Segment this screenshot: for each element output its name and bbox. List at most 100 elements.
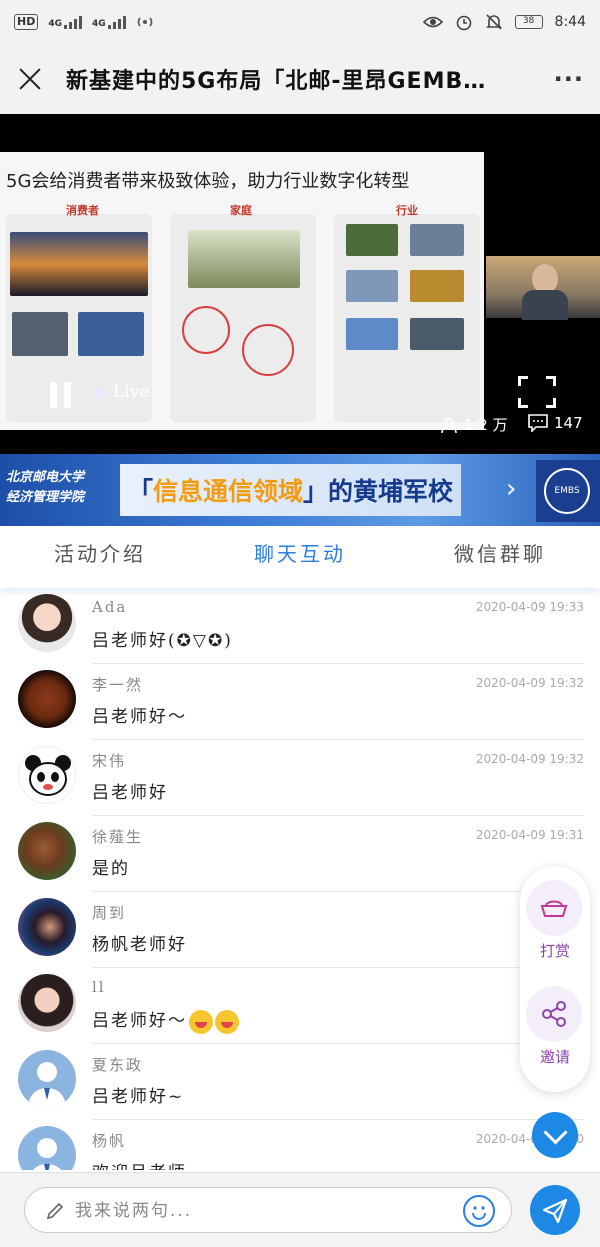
- slide-photo: [346, 224, 398, 256]
- signal-icon: 4G: [92, 15, 126, 29]
- avatar[interactable]: [18, 670, 76, 728]
- list-item: 宋伟 吕老师好 2020-04-09 19:32: [0, 740, 600, 816]
- promo-banner[interactable]: 北京邮电大学 经济管理学院 「信息通信领域 」的黄埔军校 › EMBS: [0, 454, 600, 526]
- page-title: 新基建中的5G布局「北邮-里昂GEMB…: [66, 69, 487, 94]
- chat-list[interactable]: Ada 吕老师好(✪▽✪) 2020-04-09 19:33 李一然 吕老师好～…: [0, 588, 600, 1170]
- clock: 8:44: [554, 14, 586, 30]
- message-text: 是的: [92, 859, 130, 879]
- battery-icon: 38: [514, 15, 543, 29]
- user-name: 夏东政: [92, 1056, 144, 1074]
- close-icon[interactable]: [16, 65, 44, 93]
- stat-circle: [242, 324, 294, 376]
- message-text: 吕老师好～: [92, 1006, 239, 1034]
- tab-bar: 活动介绍 聊天互动 微信群聊: [0, 526, 600, 588]
- slide-photo: [188, 230, 300, 288]
- hotspot-icon: [137, 17, 152, 27]
- user-name: 宋伟: [92, 752, 127, 770]
- live-label: Live: [113, 382, 150, 402]
- slide-photo: [410, 270, 464, 302]
- composer-bar: [0, 1172, 600, 1247]
- signal-icon: 4G: [48, 15, 82, 29]
- slide-panel: 行业: [334, 204, 480, 422]
- live-indicator-icon: [95, 388, 105, 398]
- person-icon: [441, 417, 457, 433]
- message-text: 欢迎吕老师: [92, 1158, 187, 1170]
- presentation-slide: 5G会给消费者带来极致体验，助力行业数字化转型 消费者 家庭 行业: [0, 152, 484, 430]
- chevron-right-icon: ›: [506, 474, 517, 504]
- ingot-icon: [540, 900, 568, 917]
- message-text: 吕老师好(✪▽✪): [92, 631, 233, 651]
- user-name: 李一然: [92, 676, 144, 694]
- invite-button[interactable]: [526, 986, 582, 1042]
- banner-slogan: 「信息通信领域 」的黄埔军校: [120, 464, 462, 516]
- share-icon: [542, 1001, 566, 1027]
- message-time: 2020-04-09 19:33: [475, 600, 584, 614]
- message-time: 2020-04-09 19:32: [475, 752, 584, 766]
- view-count: 1.2 万: [440, 414, 508, 435]
- school-name: 北京邮电大学 经济管理学院: [6, 470, 85, 505]
- list-item: 徐薤生 是的 2020-04-09 19:31: [0, 816, 600, 892]
- slide-photo: [346, 318, 398, 350]
- panel-heading: 家庭: [230, 204, 252, 217]
- panel-heading: 行业: [396, 204, 418, 217]
- scroll-down-button[interactable]: [532, 1112, 578, 1158]
- fullscreen-icon[interactable]: [518, 376, 556, 408]
- list-item: 李一然 吕老师好～ 2020-04-09 19:32: [0, 664, 600, 740]
- list-item: 杨帆 欢迎吕老师 2020-04-09 19:30: [0, 1120, 600, 1170]
- status-bar: HD 4G 4G 38 8:44: [0, 0, 600, 44]
- send-icon: [542, 1198, 568, 1224]
- comment-icon: [528, 414, 548, 432]
- message-input[interactable]: [75, 1198, 435, 1224]
- default-avatar-icon[interactable]: [18, 1126, 76, 1170]
- message-text: 吕老师好～: [92, 707, 187, 727]
- avatar[interactable]: [18, 822, 76, 880]
- slide-photo: [410, 318, 464, 350]
- pencil-icon: [46, 1202, 64, 1220]
- slide-photo: [410, 224, 464, 256]
- slide-panel: 家庭: [170, 204, 316, 422]
- floating-actions: 打赏 邀请: [520, 866, 590, 1092]
- slide-photo: [12, 312, 68, 356]
- slide-photo: [346, 270, 398, 302]
- title-bar: 新基建中的5G布局「北邮-里昂GEMB… ···: [0, 44, 600, 114]
- more-icon[interactable]: ···: [554, 65, 584, 93]
- send-button[interactable]: [530, 1185, 580, 1235]
- message-input-box[interactable]: [24, 1187, 512, 1233]
- user-name: 杨帆: [92, 1132, 127, 1150]
- invite-label: 邀请: [539, 1048, 570, 1066]
- slide-photo: [10, 232, 148, 296]
- list-item: ll 吕老师好～ 2020-0: [0, 968, 600, 1044]
- avatar[interactable]: [18, 974, 76, 1032]
- school-logo: EMBS: [536, 460, 600, 522]
- user-name: 周到: [92, 904, 127, 922]
- message-text: 吕老师好~: [92, 1087, 185, 1107]
- laughing-emoji-icon: [189, 1009, 213, 1034]
- message-time: 2020-04-09 19:31: [475, 828, 584, 842]
- avatar[interactable]: [18, 594, 76, 652]
- video-player[interactable]: 5G会给消费者带来极致体验，助力行业数字化转型 消费者 家庭 行业 Live 1…: [0, 114, 600, 454]
- slide-title: 5G会给消费者带来极致体验，助力行业数字化转型: [6, 171, 410, 192]
- speaker-camera: [486, 256, 600, 320]
- slide-photo: [78, 312, 144, 356]
- panel-heading: 消费者: [66, 204, 99, 217]
- laughing-emoji-icon: [215, 1009, 239, 1034]
- default-avatar-icon[interactable]: [18, 1050, 76, 1108]
- tab-wechat-group[interactable]: 微信群聊: [400, 526, 600, 588]
- tip-button[interactable]: [526, 880, 582, 936]
- tab-chat[interactable]: 聊天互动: [200, 526, 400, 588]
- user-name: Ada: [92, 598, 128, 616]
- pause-icon[interactable]: [50, 382, 72, 408]
- hd-tag: HD: [14, 14, 39, 30]
- tip-label: 打赏: [539, 942, 570, 960]
- user-name: 徐薤生: [92, 828, 144, 846]
- emoji-icon[interactable]: [463, 1195, 495, 1227]
- comment-count: 147: [528, 414, 583, 432]
- alarm-icon: [456, 15, 471, 31]
- tab-activity-intro[interactable]: 活动介绍: [0, 526, 200, 588]
- stat-circle: [182, 306, 230, 354]
- avatar[interactable]: [18, 898, 76, 956]
- message-time: 2020-04-09 19:32: [475, 676, 584, 690]
- list-item: 周到 杨帆老师好 2020-0: [0, 892, 600, 968]
- list-item: 夏东政 吕老师好~ 2020-0: [0, 1044, 600, 1120]
- avatar[interactable]: [18, 746, 76, 804]
